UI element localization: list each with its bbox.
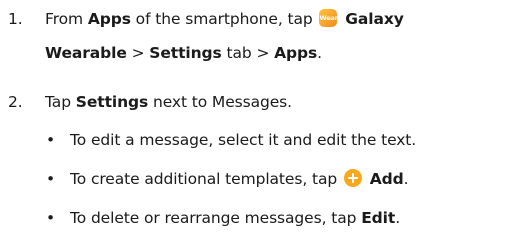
- bullet-text: To delete or rearrange messages, tap: [70, 209, 362, 227]
- bullet-marker: •: [46, 209, 56, 227]
- step-1-line-1: 1. From Apps of the smartphone, tap Wear …: [8, 5, 404, 33]
- step-1-text-b: of the smartphone, tap: [130, 10, 318, 28]
- step-2-settings-label: Settings: [75, 93, 149, 111]
- step-2-text-a: Tap: [45, 93, 76, 111]
- step-1-galaxy-label: Galaxy: [345, 10, 404, 28]
- step-2-text-b: next to Messages.: [148, 93, 292, 111]
- bullet-marker: •: [46, 170, 56, 188]
- step-1-text-c: tab >: [221, 44, 275, 62]
- bullet-create-template: • To create additional templates, tap Add…: [46, 165, 409, 193]
- step-1-number: 1.: [8, 10, 23, 28]
- bullet-text: To edit a message, select it and edit th…: [70, 131, 417, 149]
- step-1-settings-label: Settings: [149, 44, 222, 62]
- bullet-marker: •: [46, 131, 56, 149]
- galaxy-wearable-app-icon: Wear: [319, 9, 338, 27]
- step-1-text-a: From: [45, 10, 88, 28]
- bullet-text-end: .: [395, 209, 401, 227]
- add-plus-icon: [343, 169, 362, 187]
- bullet-delete-rearrange: • To delete or rearrange messages, tap Ed…: [46, 204, 400, 232]
- bullet-text: To create additional templates, tap: [70, 170, 342, 188]
- step-1-wearable-label: Wearable: [45, 44, 127, 62]
- add-label: Add: [369, 170, 404, 188]
- step-2-line: 2. Tap Settings next to Messages.: [8, 88, 292, 116]
- bullet-text-end: .: [403, 170, 409, 188]
- step-2-number: 2.: [8, 93, 23, 111]
- bullet-edit-message: • To edit a message, select it and edit t…: [46, 126, 416, 154]
- wear-icon-text: Wear: [319, 14, 338, 22]
- step-1-line-2: Wearable > Settings tab > Apps.: [45, 39, 322, 67]
- step-1-sep-1: >: [126, 44, 150, 62]
- edit-label: Edit: [361, 209, 396, 227]
- step-1-apps-label-2: Apps: [274, 44, 318, 62]
- instruction-document: 1. From Apps of the smartphone, tap Wear …: [0, 0, 513, 244]
- step-1-text-d: .: [317, 44, 322, 62]
- step-1-apps-label: Apps: [87, 10, 131, 28]
